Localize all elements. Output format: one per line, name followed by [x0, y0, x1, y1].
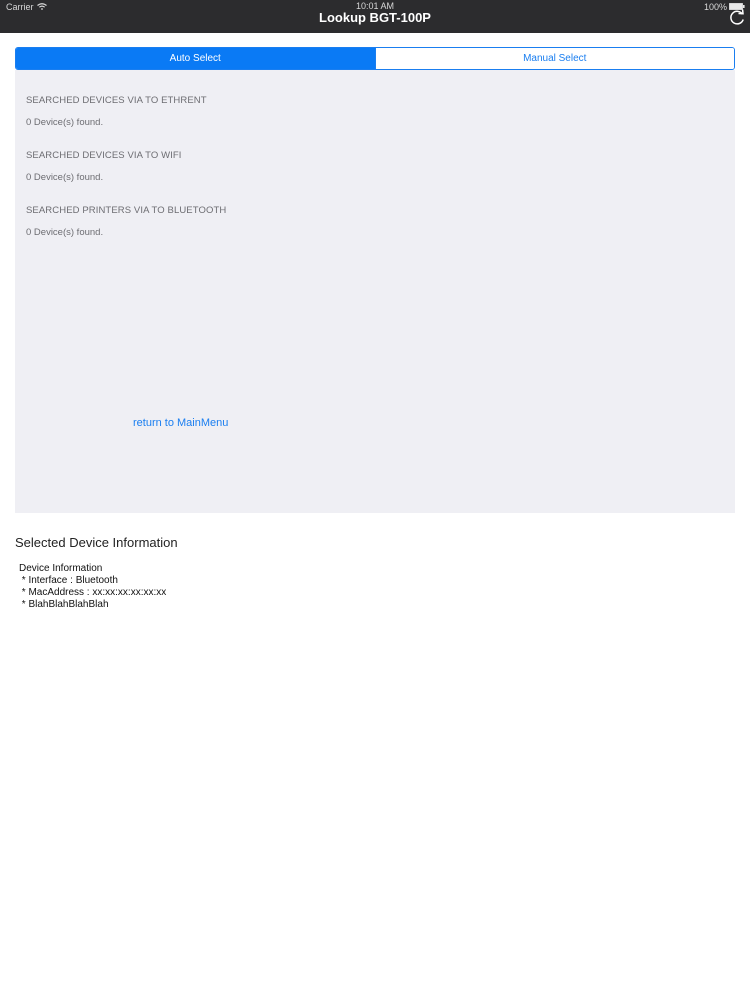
manual-select-segment[interactable]: Manual Select [374, 48, 734, 69]
ethernet-device-count: 0 Device(s) found. [26, 117, 104, 128]
bluetooth-device-count: 0 Device(s) found. [26, 227, 104, 238]
navigation-bar: Carrier 10:01 AM 100% Lookup BGT-100P [0, 0, 750, 33]
device-info-line: Device Information [19, 563, 103, 574]
wifi-device-count: 0 Device(s) found. [26, 172, 104, 183]
refresh-icon[interactable] [728, 9, 746, 27]
wifi-section-title: SEARCHED DEVICES VIA TO WIFI [26, 150, 182, 161]
device-info-block: Device Information * Interface : Bluetoo… [19, 563, 166, 611]
device-interface-line: * Interface : Bluetooth [19, 575, 118, 586]
auto-select-segment[interactable]: Auto Select [16, 48, 375, 69]
wifi-icon [37, 3, 47, 10]
return-to-main-menu-link[interactable]: return to MainMenu [133, 417, 228, 429]
select-mode-segmented-control: Auto Select Manual Select [15, 47, 735, 70]
device-mac-line: * MacAddress : xx:xx:xx:xx:xx:xx [19, 587, 167, 598]
ethernet-section-title: SEARCHED DEVICES VIA TO ETHRENT [26, 95, 207, 106]
device-search-panel: SEARCHED DEVICES VIA TO ETHRENT 0 Device… [15, 70, 735, 513]
bluetooth-section-title: SEARCHED PRINTERS VIA TO BLUETOOTH [26, 205, 227, 216]
page-title: Lookup BGT-100P [319, 10, 431, 25]
device-extra-line: * BlahBlahBlahBlah [19, 599, 109, 610]
selected-device-heading: Selected Device Information [15, 535, 178, 550]
app-screen: Carrier 10:01 AM 100% Lookup BGT-100P Au… [0, 0, 750, 1000]
